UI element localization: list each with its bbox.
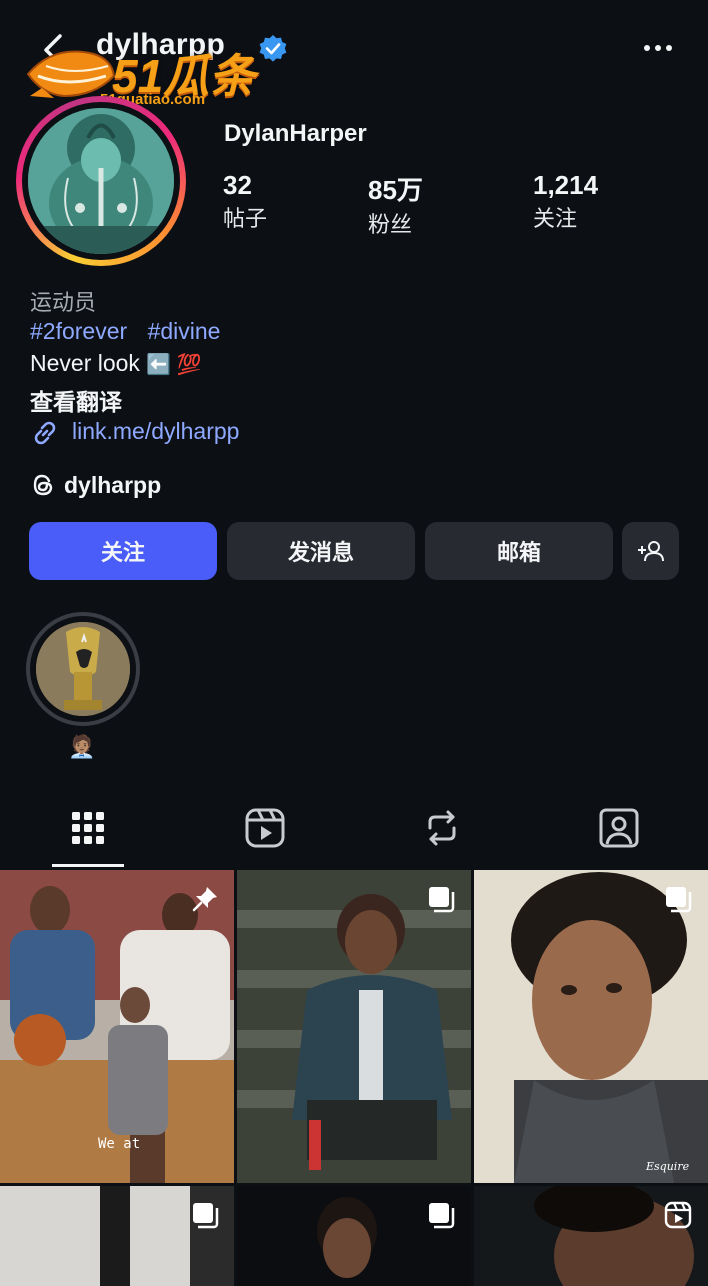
stat-label: 粉丝	[368, 212, 413, 237]
spurs-trophy-icon	[36, 622, 130, 716]
hashtag-link[interactable]: #divine	[148, 318, 221, 344]
threads-icon[interactable]	[30, 472, 56, 498]
carousel-icon	[429, 1203, 455, 1229]
post-thumbnail-portrait-icon	[474, 870, 708, 1183]
stat-value: 1,214	[533, 170, 599, 200]
reel-icon	[664, 1201, 692, 1229]
bio-hashtags: #2forever #divine	[30, 318, 234, 345]
carousel-icon	[429, 887, 455, 913]
bio-link[interactable]: link.me/dylharpp	[72, 418, 239, 445]
stat-value: 85万	[368, 175, 423, 205]
bio-text: Never look ⬅️ 💯	[30, 350, 202, 377]
bio-emoji: ⬅️ 💯	[146, 354, 202, 376]
reposts-tab-icon[interactable]	[420, 806, 464, 850]
pin-icon	[192, 887, 217, 912]
bio-line: Never look	[30, 350, 140, 376]
avatar-dragon-illustration-icon	[28, 108, 174, 254]
stat-label: 帖子	[223, 206, 268, 231]
suggest-users-button[interactable]	[622, 522, 679, 580]
post-thumbnail-stadium-icon	[237, 870, 471, 1183]
grid-post[interactable]: Esquire	[474, 870, 708, 1183]
message-button[interactable]: 发消息	[227, 522, 415, 580]
stat-value: 32	[223, 170, 252, 200]
posts-grid-tab-icon[interactable]	[66, 806, 110, 850]
threads-handle[interactable]: dylharpp	[64, 472, 161, 499]
reels-tab-icon[interactable]	[243, 806, 287, 850]
see-translation-link[interactable]: 查看翻译	[30, 383, 122, 417]
grid-post[interactable]	[237, 870, 471, 1183]
more-options-icon[interactable]	[642, 38, 674, 58]
active-tab-indicator	[52, 864, 124, 867]
add-person-icon	[637, 541, 664, 562]
profile-category: 运动员	[30, 290, 97, 315]
carousel-icon	[193, 1203, 219, 1229]
hashtag-link[interactable]: #2forever	[30, 318, 127, 344]
carousel-icon	[666, 887, 692, 913]
highlight-label: 🧑🏽‍💼	[68, 734, 96, 759]
stat-label: 关注	[533, 206, 578, 231]
grid-post[interactable]: We at	[0, 870, 234, 1183]
post-caption-overlay: We at	[98, 1136, 141, 1152]
tagged-tab-icon[interactable]	[597, 806, 641, 850]
follow-button[interactable]: 关注	[29, 522, 217, 580]
link-chain-icon	[34, 421, 56, 445]
email-button[interactable]: 邮箱	[425, 522, 613, 580]
stat-posts[interactable]: 32 帖子	[223, 170, 267, 233]
post-caption-overlay: Esquire	[646, 1160, 690, 1173]
avatar[interactable]	[28, 108, 174, 254]
stat-following[interactable]: 1,214 关注	[533, 170, 598, 233]
display-name: DylanHarper	[224, 120, 367, 147]
stat-followers[interactable]: 85万 粉丝	[368, 170, 423, 239]
highlight-cover	[36, 622, 130, 716]
